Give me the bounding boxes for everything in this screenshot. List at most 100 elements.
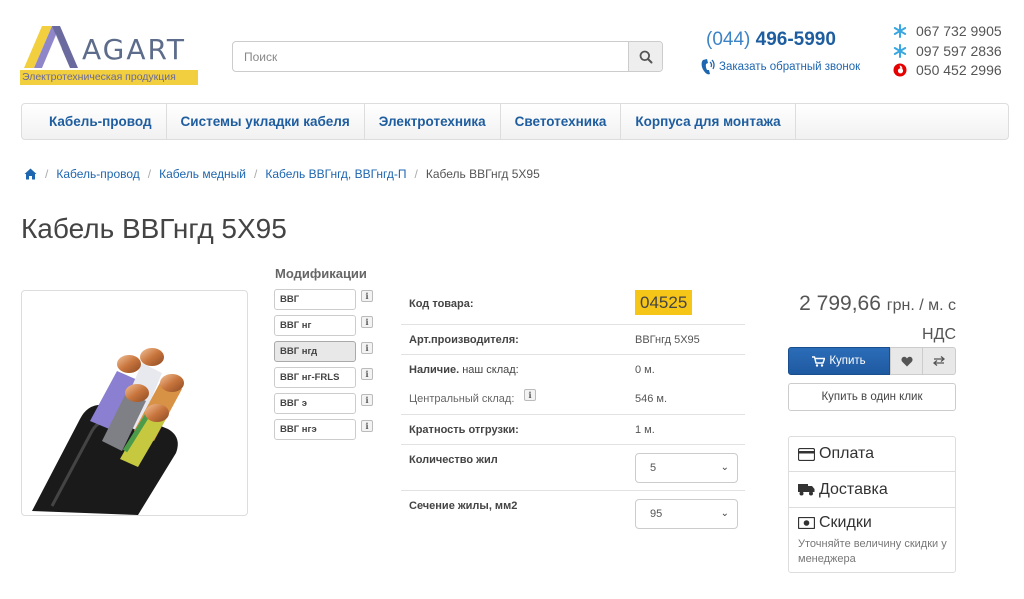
discounts-link[interactable]: Скидки: [789, 508, 955, 538]
buy-label: Купить: [829, 355, 866, 367]
heart-icon: [900, 356, 913, 366]
chevron-down-icon: ⌄: [720, 462, 729, 473]
nav-item-lighting[interactable]: Светотехника: [501, 104, 622, 139]
modification-vvg-e[interactable]: ВВГ э: [274, 393, 356, 414]
info-icon[interactable]: i: [361, 290, 373, 302]
spec-label: Код товара:: [409, 298, 474, 310]
price-value: 2 799,66: [799, 292, 881, 315]
info-icon[interactable]: i: [361, 368, 373, 380]
spec-label: Кратность отгрузки:: [409, 424, 519, 436]
nav-item-enclosures[interactable]: Корпуса для монтажа: [621, 104, 796, 139]
main-phone[interactable]: (044) 496-5990: [706, 29, 836, 51]
spec-label: Арт.производителя:: [409, 334, 519, 346]
spec-value: ВВГнгд 5Х95: [635, 334, 700, 346]
delivery-label: Доставка: [819, 480, 888, 498]
spec-row-section: Сечение жилы, мм2 95 ⌄: [401, 491, 745, 537]
search-button[interactable]: [628, 42, 662, 71]
info-icon[interactable]: i: [361, 342, 373, 354]
buy-button-group: Купить: [788, 347, 956, 375]
cores-select[interactable]: 5 ⌄: [635, 453, 738, 483]
product-image[interactable]: [21, 290, 248, 516]
kyivstar-icon: [893, 44, 907, 58]
breadcrumb: / Кабель-провод / Кабель медный / Кабель…: [24, 167, 540, 181]
price-vat: НДС: [922, 326, 956, 343]
spec-label: Количество жил: [409, 454, 498, 466]
select-value: 5: [650, 462, 657, 474]
compare-icon: [933, 356, 945, 366]
brand-tagline: Электротехническая продукция: [20, 70, 198, 85]
phone-prefix: (044): [706, 29, 751, 50]
payment-label: Оплата: [819, 445, 875, 462]
one-click-buy-button[interactable]: Купить в один клик: [788, 383, 956, 411]
modifications-title: Модификации: [275, 266, 367, 281]
truck-icon: [798, 484, 815, 496]
info-icon[interactable]: i: [361, 316, 373, 328]
spec-row-cores: Количество жил 5 ⌄: [401, 445, 745, 491]
modification-vvg[interactable]: ВВГ: [274, 289, 356, 310]
modification-vvg-ng[interactable]: ВВГ нг: [274, 315, 356, 336]
discounts-label: Скидки: [819, 514, 872, 531]
spec-label: Наличие.: [409, 364, 460, 376]
info-icon[interactable]: i: [361, 420, 373, 432]
delivery-link[interactable]: Доставка: [789, 472, 955, 508]
cable-photo: [32, 348, 184, 515]
money-icon: [798, 517, 815, 529]
mobile-number: 067 732 9905: [916, 23, 1002, 39]
spec-value: 0 м.: [635, 364, 655, 376]
spec-row-code: Код товара: 04525: [401, 287, 745, 325]
spec-value: 546 м.: [635, 393, 668, 405]
spec-value: 1 м.: [635, 424, 655, 436]
nav-item-cable-systems[interactable]: Системы укладки кабеля: [167, 104, 365, 139]
buy-button[interactable]: Купить: [788, 347, 890, 375]
breadcrumb-separator: /: [147, 167, 152, 181]
search-bar: [232, 41, 663, 72]
site-logo[interactable]: AGART Электротехническая продукция: [20, 24, 200, 86]
info-panel: Оплата Доставка Скидки Уточняйте величин…: [788, 436, 956, 573]
breadcrumb-item[interactable]: Кабель ВВГнгд, ВВГнгд-П: [265, 167, 406, 181]
mobile-number: 097 597 2836: [916, 43, 1002, 59]
price-unit: грн. / м. с: [886, 297, 956, 314]
spec-row-availability: Наличие. наш склад: 0 м. Центральный скл…: [401, 355, 745, 415]
wishlist-button[interactable]: [890, 347, 923, 375]
page-title: Кабель ВВГнгд 5X95: [21, 213, 287, 244]
phone-number: 496-5990: [755, 29, 836, 50]
spec-row-article: Арт.производителя: ВВГнгд 5Х95: [401, 325, 745, 355]
breadcrumb-item[interactable]: Кабель медный: [159, 167, 246, 181]
home-icon[interactable]: [24, 168, 37, 180]
spec-label: Сечение жилы, мм2: [409, 500, 518, 512]
kyivstar-icon: [893, 24, 907, 38]
breadcrumb-separator: /: [45, 167, 49, 181]
vodafone-icon: [893, 63, 907, 77]
search-input[interactable]: [233, 42, 628, 71]
info-icon[interactable]: i: [361, 394, 373, 406]
phone-ring-icon: [701, 59, 715, 75]
modification-vvg-ngd[interactable]: ВВГ нгд: [274, 341, 356, 362]
mobile-number: 050 452 2996: [916, 62, 1002, 78]
mobile-phone-vodafone[interactable]: 050 452 2996: [893, 62, 1002, 78]
cart-icon: [812, 355, 826, 367]
callback-link[interactable]: Заказать обратный звонок: [700, 58, 860, 76]
product-code: 04525: [635, 290, 693, 315]
info-icon[interactable]: i: [524, 389, 536, 401]
credit-card-icon: [798, 447, 815, 461]
mobile-phone-kyivstar[interactable]: 067 732 9905: [893, 23, 1002, 39]
brand-name: AGART: [82, 33, 187, 66]
logo-mark-icon: [24, 26, 78, 68]
modification-vvg-nge[interactable]: ВВГ нгэ: [274, 419, 356, 440]
callback-label: Заказать обратный звонок: [719, 61, 861, 73]
modification-vvg-ng-frls[interactable]: ВВГ нг-FRLS: [274, 367, 356, 388]
chevron-down-icon: ⌄: [720, 508, 729, 519]
spec-row-multiplicity: Кратность отгрузки: 1 м.: [401, 415, 745, 445]
nav-item-electrical[interactable]: Электротехника: [365, 104, 501, 139]
spec-sublabel: наш склад:: [462, 364, 519, 376]
spec-table: Код товара: 04525 Арт.производителя: ВВГ…: [401, 287, 745, 537]
mobile-phone-kyivstar-2[interactable]: 097 597 2836: [893, 43, 1002, 59]
breadcrumb-item[interactable]: Кабель-провод: [56, 167, 139, 181]
section-select[interactable]: 95 ⌄: [635, 499, 738, 529]
nav-item-cable[interactable]: Кабель-провод: [22, 104, 167, 139]
compare-button[interactable]: [923, 347, 956, 375]
breadcrumb-current: Кабель ВВГнгд 5X95: [425, 167, 540, 181]
price-block: 2 799,66 грн. / м. с НДС: [780, 290, 956, 348]
discount-note: Уточняйте величину скидки у менеджера: [798, 538, 947, 565]
payment-link[interactable]: Оплата: [789, 437, 955, 472]
